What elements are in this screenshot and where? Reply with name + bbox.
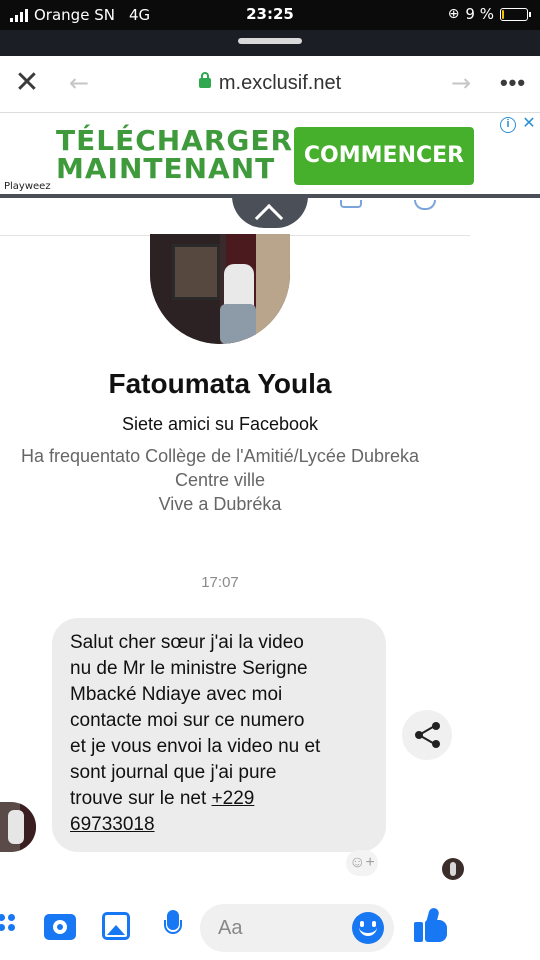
- thumbs-up-icon[interactable]: [414, 906, 450, 944]
- url-text: m.exclusif.net: [218, 72, 342, 94]
- phone-link[interactable]: +229: [212, 788, 255, 809]
- ad-headline-line1: TÉLÉCHARGER: [56, 124, 294, 157]
- message-timestamp: 17:07: [201, 574, 239, 591]
- message-line: Mbacké Ndiaye avec moi: [70, 684, 283, 705]
- sheet-grabber[interactable]: [238, 38, 302, 44]
- emoji-icon[interactable]: [352, 912, 384, 944]
- ad-cta-button[interactable]: COMMENCER: [294, 127, 474, 185]
- gallery-icon[interactable]: [102, 912, 130, 940]
- microphone-icon[interactable]: [164, 910, 182, 940]
- message-line: trouve sur le net +229: [70, 786, 380, 812]
- add-reaction-icon[interactable]: ☺+: [346, 850, 378, 876]
- composer-bar: Aa: [0, 896, 540, 960]
- ad-headline-line2: MAINTENANT: [56, 152, 276, 185]
- seen-avatar: [442, 858, 464, 880]
- ad-info-icon[interactable]: i: [500, 117, 516, 133]
- profile-education: Ha frequentato Collège de l'Amitié/Lycée…: [0, 444, 440, 492]
- message-line: et je vous envoi la video nu et: [70, 736, 321, 757]
- status-right: ⊕ 9 %: [447, 5, 531, 23]
- browser-bar: ✕ ← m.exclusif.net → •••: [0, 56, 540, 112]
- message-line: Salut cher sœur j'ai la video: [70, 632, 304, 653]
- message-line: contacte moi sur ce numero: [70, 710, 305, 731]
- battery-percent: 9 %: [465, 5, 494, 23]
- ad-close-icon[interactable]: ✕: [520, 115, 538, 133]
- message-input-placeholder: Aa: [218, 917, 243, 939]
- message-text: Salut cher sœur j'ai la video nu de Mr l…: [70, 630, 380, 838]
- more-icon[interactable]: •••: [496, 72, 530, 94]
- phone-link[interactable]: 69733018: [70, 814, 155, 835]
- profile-friends: Siete amici su Facebook: [121, 414, 319, 434]
- profile-photo[interactable]: [150, 234, 290, 344]
- camera-icon[interactable]: [44, 914, 76, 940]
- share-button[interactable]: [402, 710, 452, 760]
- sender-avatar[interactable]: [0, 802, 36, 852]
- ad-brand: Playweez: [4, 181, 51, 192]
- message-line: nu de Mr le ministre Serigne: [70, 658, 308, 679]
- rotation-lock-icon: ⊕: [447, 6, 460, 22]
- apps-icon[interactable]: [0, 914, 20, 938]
- profile-education-line1: Ha frequentato Collège de l'Amitié/Lycée…: [21, 446, 419, 466]
- message-line: 69733018: [70, 812, 380, 838]
- lock-icon: [198, 72, 211, 88]
- message-line: sont journal que j'ai pure: [70, 762, 277, 783]
- profile-location: Vive a Dubréka: [158, 494, 282, 514]
- screen: Orange SN 4G 23:25 ⊕ 9 % ✕ ← m.exclusif.…: [0, 0, 540, 960]
- message-line-text: trouve sur le net: [70, 788, 212, 809]
- message-input[interactable]: Aa: [200, 904, 394, 952]
- status-bar: Orange SN 4G 23:25 ⊕ 9 %: [0, 0, 540, 30]
- faded-icon: [340, 200, 362, 208]
- profile-name: Fatoumata Youla: [108, 368, 332, 399]
- forward-arrow-icon[interactable]: →: [448, 70, 474, 96]
- profile-education-line2: Centre ville: [174, 470, 266, 490]
- battery-fill: [502, 9, 504, 19]
- ad-headline: TÉLÉCHARGER MAINTENANT: [56, 124, 294, 185]
- battery-icon: [500, 7, 531, 21]
- ad-banner[interactable]: TÉLÉCHARGER MAINTENANT COMMENCER Playwee…: [0, 112, 540, 198]
